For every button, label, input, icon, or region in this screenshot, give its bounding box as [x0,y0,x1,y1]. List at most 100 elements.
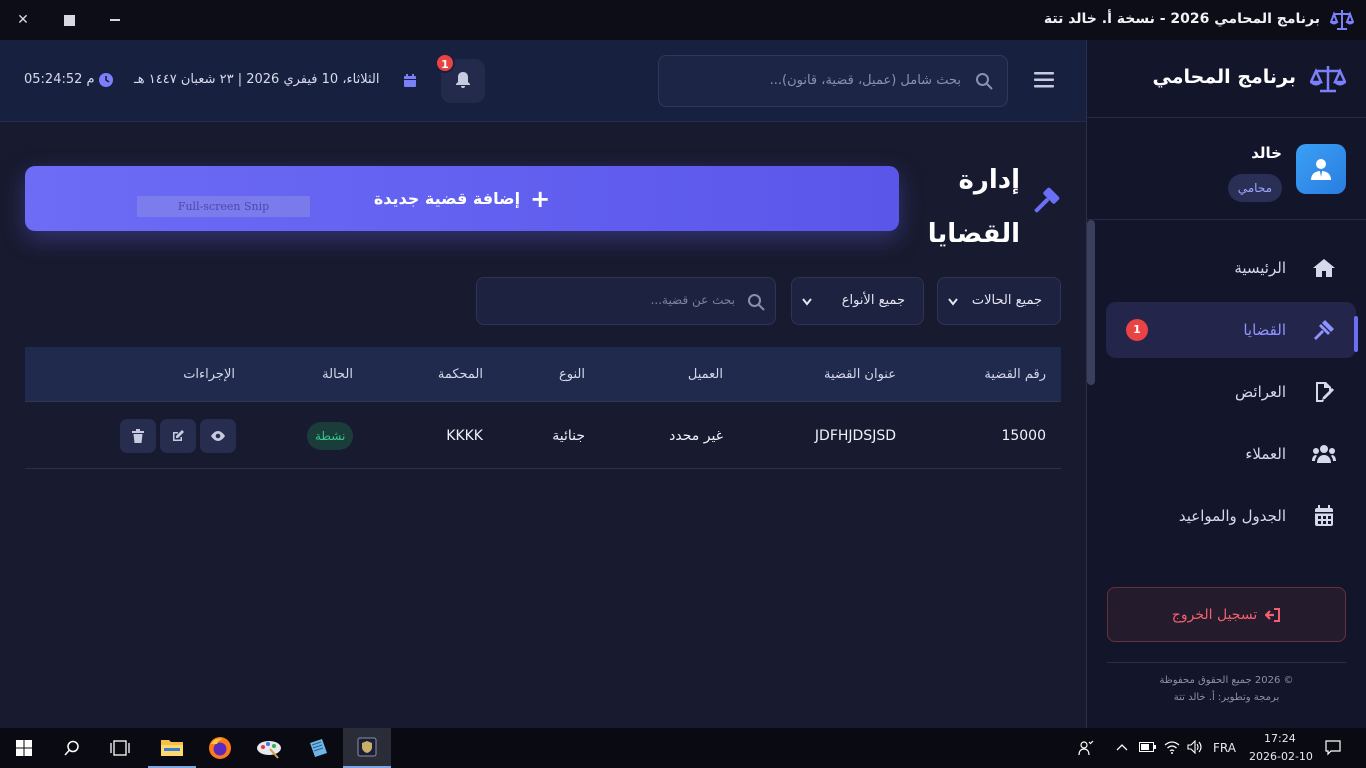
sidebar-item-clients[interactable]: العملاء [1106,426,1356,482]
taskbar-paint[interactable] [245,728,293,768]
edit-case-button[interactable] [160,419,196,453]
scales-icon [1330,10,1354,30]
notepad-icon [310,739,327,757]
main-content: إدارة القضايا + إضافة قضية جديدة Full-sc… [0,123,1086,728]
user-name: خالد [1251,144,1282,162]
sidebar-item-petitions[interactable]: العرائض [1106,364,1356,420]
search-icon [976,73,993,90]
sidebar-item-label: العرائض [1235,383,1286,401]
wifi-icon[interactable] [1164,740,1180,754]
cases-count-badge: 1 [1126,319,1148,341]
plus-icon: + [530,184,551,213]
type-filter-value: جميع الأنواع [841,293,905,308]
calendar-icon [1315,505,1333,526]
notification-center-icon[interactable] [1325,740,1341,756]
copyright: © 2026 جميع الحقوق محفوظة برمجة وتطوير: … [1107,672,1346,706]
sidebar-item-label: الجدول والمواعيد [1178,507,1286,525]
delete-case-button[interactable] [120,419,156,453]
input-language[interactable]: FRA [1213,741,1236,755]
sidebar-item-label: الرئيسية [1234,259,1286,277]
column-header: عنوان القضية [823,367,896,382]
sidebar-item-label: العملاء [1245,445,1286,463]
divider [1107,662,1346,663]
logout-button[interactable]: تسجيل الخروج [1107,587,1346,642]
active-indicator [1354,316,1358,352]
column-header: العميل [687,367,723,382]
status-filter-select[interactable]: جميع الحالات [937,277,1061,325]
folder-icon [161,740,183,756]
eye-icon [211,431,225,441]
taskbar-clock[interactable]: 17:24 [1264,732,1296,745]
taskbar-date[interactable]: 2026-02-10 [1249,750,1313,763]
case-title: JDFHJDSJSD [814,428,896,444]
close-window-button[interactable]: ✕ [0,0,46,40]
brand-name: برنامج المحامي [1152,66,1297,88]
taskbar-firefox[interactable] [196,728,244,768]
search-placeholder: بحث شامل (عميل، قضية، قانون)... [769,73,961,88]
taskbar-notepad[interactable] [294,728,342,768]
chevron-down-icon [948,298,958,306]
chevron-down-icon [802,298,812,306]
taskbar-file-explorer[interactable] [148,728,196,768]
status-badge: نشطة [307,422,354,450]
trash-icon [132,429,144,443]
windows-taskbar: FRA 17:24 2026-02-10 [0,728,1366,768]
battery-icon[interactable] [1139,742,1157,752]
start-button[interactable] [0,728,48,768]
gavel-icon [1314,320,1334,340]
chevron-up-icon[interactable] [1116,743,1128,751]
sign-out-icon [1265,607,1281,622]
current-time: 05:24:52 م [24,72,95,87]
calendar-icon [404,74,416,87]
sidebar-item-home[interactable]: الرئيسية [1106,240,1356,296]
people-icon[interactable] [1078,740,1094,756]
window-titlebar: ✕ برنامج المحامي 2026 - نسخة أ. خالد تتة [0,0,1366,40]
volume-icon[interactable] [1187,740,1203,754]
sidebar-item-label: القضايا [1243,321,1286,339]
task-view-icon [110,740,130,756]
close-icon: ✕ [17,12,29,28]
task-view-button[interactable] [96,728,144,768]
windows-icon [16,740,32,756]
sidebar-item-schedule[interactable]: الجدول والمواعيد [1106,488,1356,544]
menu-icon[interactable] [1034,72,1054,88]
user-tie-icon [1311,159,1331,180]
users-icon [1312,445,1336,463]
table-row[interactable]: 15000 JDFHJDSJSD غير محدد جنائية KKKK نش… [25,403,1061,469]
type-filter-select[interactable]: جميع الأنواع [791,277,924,325]
case-search-input[interactable]: بحث عن قضية... [476,277,776,325]
cases-table-header: رقم القضية عنوان القضية العميل النوع الم… [25,347,1061,402]
sidebar-item-cases[interactable]: القضايا 1 [1106,302,1356,358]
taskbar-search-button[interactable] [48,728,96,768]
top-header: بحث شامل (عميل، قضية، قانون)... 1 الثلاث… [0,40,1086,122]
snip-overlay: Full-screen Snip [137,196,310,217]
scales-icon [1310,66,1346,93]
status-filter-value: جميع الحالات [971,293,1042,308]
gavel-icon [1034,187,1060,213]
minimize-icon [110,19,120,21]
window-title: برنامج المحامي 2026 - نسخة أ. خالد تتة [1043,11,1320,27]
global-search-input[interactable]: بحث شامل (عميل، قضية، قانون)... [658,55,1008,107]
palette-icon [257,741,281,759]
credits-line: برمجة وتطوير: أ. خالد تتة [1173,692,1280,703]
sidebar-scrollbar[interactable] [1087,220,1095,385]
notification-count-badge: 1 [435,53,455,73]
page-title: إدارة القضايا [927,165,1020,249]
sidebar: برنامج المحامي خالد محامي الرئيسية القضا… [1086,40,1366,728]
case-client: غير محدد [669,428,723,444]
maximize-icon [63,14,75,26]
clock-icon [99,73,113,87]
case-court: KKKK [446,428,483,444]
column-header: المحكمة [437,367,483,382]
column-header: رقم القضية [984,367,1046,382]
column-header: النوع [559,367,585,382]
minimize-window-button[interactable] [92,0,138,40]
search-icon [64,740,79,756]
notifications-button[interactable]: 1 [435,53,485,103]
maximize-window-button[interactable] [46,0,92,40]
view-case-button[interactable] [200,419,236,453]
firefox-icon [209,737,231,759]
current-date: الثلاثاء، 10 فيفري 2026 | ٢٣ شعبان ١٤٤٧ … [134,72,380,87]
case-number: 15000 [1001,428,1046,444]
taskbar-lawyer-app[interactable] [343,728,391,768]
